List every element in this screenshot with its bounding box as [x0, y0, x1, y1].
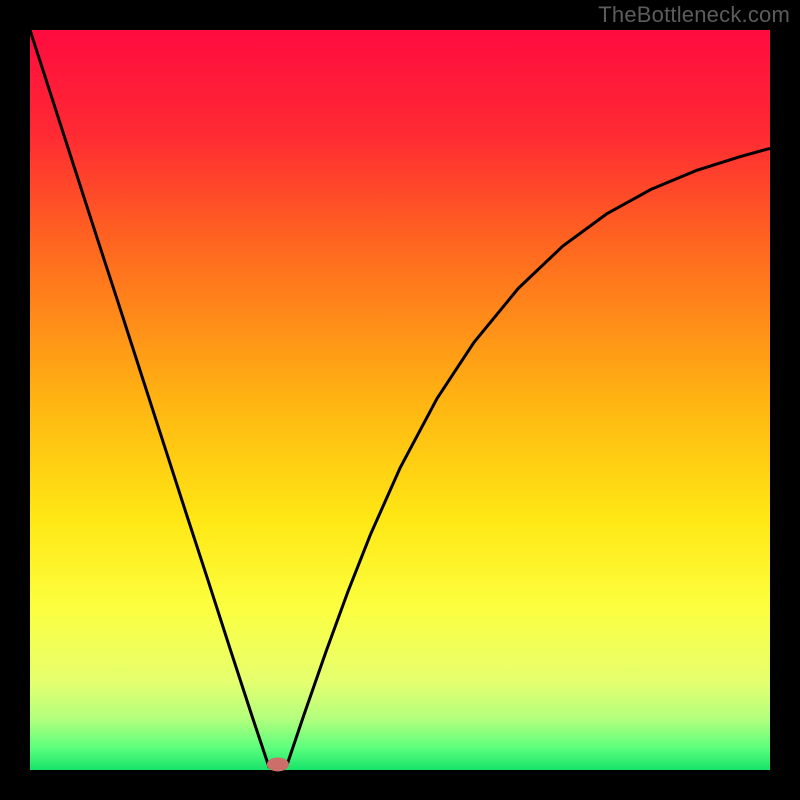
bottleneck-chart — [0, 0, 800, 800]
watermark-text: TheBottleneck.com — [598, 2, 790, 28]
plot-background — [30, 30, 770, 770]
chart-frame: TheBottleneck.com — [0, 0, 800, 800]
optimal-point-marker — [267, 757, 289, 771]
